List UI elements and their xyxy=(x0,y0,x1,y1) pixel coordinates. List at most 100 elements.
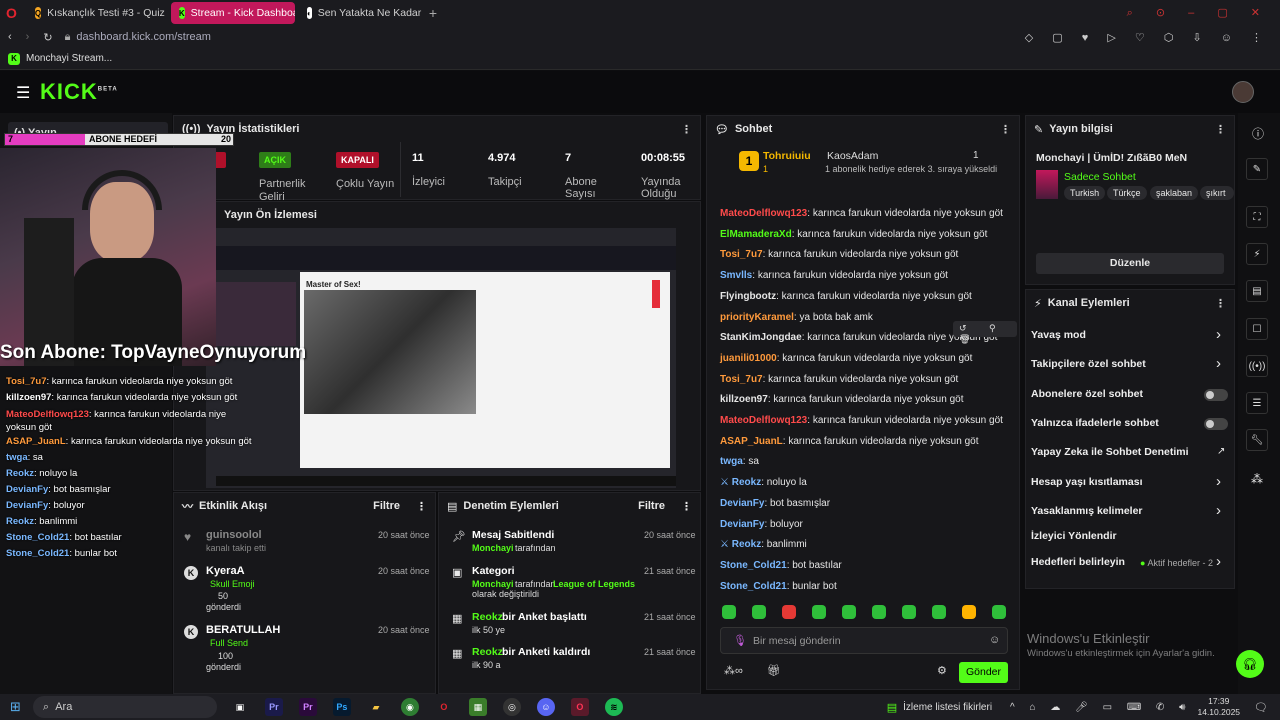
chevron-right-icon[interactable]: › xyxy=(1216,326,1221,343)
chat-username[interactable]: Stone_Cold21 xyxy=(720,560,787,571)
kick-logo[interactable]: KICKBETA xyxy=(40,79,118,105)
emote-icon[interactable] xyxy=(842,605,856,619)
hamburger-menu-icon[interactable]: ☰ xyxy=(16,83,30,103)
tab-third[interactable]: ◐Sen Yatakta Ne Kadar İyis xyxy=(299,2,425,24)
channel-action-8[interactable]: Hedefleri belirleyin xyxy=(1031,556,1125,568)
chat-username[interactable]: MateoDelflowq123 xyxy=(720,208,807,219)
chat-username[interactable]: MateoDelflowq123 xyxy=(720,415,807,426)
chat-message[interactable]: Stone_Cold21: bunlar bot xyxy=(720,581,837,592)
external-link-icon[interactable]: ↗ xyxy=(1217,446,1225,457)
chat-message[interactable]: MateoDelflowq123: karınca farukun videol… xyxy=(720,415,1003,426)
toggle-switch[interactable] xyxy=(1204,389,1228,401)
window-controls[interactable]: ⌕ ⊙ – ▢ ✕ xyxy=(1127,6,1270,20)
chat-extras-icon[interactable]: ⁂∞ xyxy=(724,664,743,677)
chat-message[interactable]: Tosi_7u7: karınca farukun videolarda niy… xyxy=(720,374,958,385)
spotify-icon[interactable]: ≋ xyxy=(604,698,623,716)
stats-menu-icon[interactable]: ⋮ xyxy=(681,123,692,136)
support-icon[interactable]: 🎧︎ xyxy=(1236,650,1264,678)
chat-message[interactable]: juanili01000: karınca farukun videolarda… xyxy=(720,353,972,364)
discord-icon[interactable]: ☺ xyxy=(536,698,555,716)
emote-icon[interactable] xyxy=(722,605,736,619)
chat-message[interactable]: Tosi_7u7: karınca farukun videolarda niy… xyxy=(720,249,958,260)
forward-icon[interactable]: › xyxy=(26,31,30,43)
chat-username[interactable]: StanKimJongdae xyxy=(720,332,802,343)
gift-icon[interactable]: 🎁︎ xyxy=(767,664,781,677)
document-icon[interactable]: ▤ xyxy=(1246,280,1268,302)
send-button[interactable]: Gönder xyxy=(959,662,1008,683)
activity-filter[interactable]: Filtre xyxy=(373,500,400,512)
opera-logo-icon[interactable]: O xyxy=(6,5,17,21)
chevron-right-icon[interactable]: › xyxy=(1216,553,1221,570)
opera-gx-icon[interactable]: O xyxy=(570,698,589,716)
actions-menu-icon[interactable]: ⋮ xyxy=(1215,297,1226,310)
activity-menu-icon[interactable]: ⋮ xyxy=(416,500,427,513)
watchlist-text[interactable]: İzleme listesi fikirleri xyxy=(903,702,992,713)
channel-action-7[interactable]: İzleyici Yönlendir xyxy=(1031,530,1117,542)
tab-kick-dashboard[interactable]: KStream - Kick Dashboard xyxy=(170,2,295,24)
channel-action-6[interactable]: Yasaklanmış kelimeler xyxy=(1031,505,1143,517)
chat-username[interactable]: Flyingbootz xyxy=(720,291,776,302)
channel-action-5[interactable]: Hesap yaşı kısıtlaması xyxy=(1031,476,1143,488)
channel-action-1[interactable]: Takipçilere özel sohbet xyxy=(1031,358,1146,370)
chat-username[interactable]: twga xyxy=(720,456,743,467)
premiere-icon[interactable]: Pr xyxy=(264,698,283,716)
new-tab-icon[interactable]: + xyxy=(429,5,437,21)
emote-icon[interactable] xyxy=(992,605,1006,619)
channel-action-0[interactable]: Yavaş mod xyxy=(1031,329,1086,341)
queue-icon[interactable]: ☰ xyxy=(1246,392,1268,414)
flash-icon[interactable]: ⚡︎ xyxy=(1246,243,1268,265)
url-field[interactable]: dashboard.kick.com/stream xyxy=(76,31,211,43)
chat-username[interactable]: Reokz xyxy=(732,477,761,488)
chat-message[interactable]: priorityKaramel: ya bota bak amk xyxy=(720,312,873,323)
chat-message[interactable]: Stone_Cold21: bot bastılar xyxy=(720,560,842,571)
chat-username[interactable]: DevianFy xyxy=(720,498,764,509)
more-apps-icon[interactable]: ⁂ xyxy=(1251,472,1263,486)
chat-username[interactable]: ElMamaderaXd xyxy=(720,229,792,240)
chat-menu-icon[interactable]: ⋮ xyxy=(1000,123,1011,136)
minecraft-icon[interactable]: ▦ xyxy=(468,698,487,716)
chat-message[interactable]: DevianFy: bot basmışlar xyxy=(720,498,830,509)
emote-icon[interactable] xyxy=(872,605,886,619)
bookmark-monchayi[interactable]: Monchayi Stream... xyxy=(26,53,112,64)
taskbar-search[interactable]: ⌕ Ara xyxy=(32,696,217,718)
emote-icon[interactable] xyxy=(932,605,946,619)
file-explorer-icon[interactable]: ▰ xyxy=(367,698,385,716)
photoshop-icon[interactable]: Ps xyxy=(332,698,351,716)
edit-pencil-icon[interactable]: ✎ xyxy=(1246,158,1268,180)
edit-button[interactable]: Düzenle xyxy=(1036,253,1224,274)
chat-username[interactable]: Tosi_7u7 xyxy=(720,249,763,260)
moderation-menu-icon[interactable]: ⋮ xyxy=(681,500,692,513)
browser-extension-icons[interactable]: ◇ ▢ ♥ ▷ ♡ ⬡ ⇩ ☺ ⋮ xyxy=(1025,31,1270,44)
chat-message[interactable]: twga: sa xyxy=(720,456,759,467)
screenshot-icon[interactable]: ⛶ xyxy=(1246,206,1268,228)
channel-action-2[interactable]: Abonelere özel sohbet xyxy=(1031,388,1143,400)
emote-icon[interactable] xyxy=(782,605,796,619)
chat-message[interactable]: ElMamaderaXd: karınca farukun videolarda… xyxy=(720,229,987,240)
obs-icon[interactable]: ◎ xyxy=(502,698,521,716)
chevron-right-icon[interactable]: › xyxy=(1216,473,1221,490)
chat-username[interactable]: ASAP_JuanL xyxy=(720,436,783,447)
chevron-right-icon[interactable]: › xyxy=(1216,355,1221,372)
message-hover-actions[interactable]: ↺ ⚲ 🗑︎ xyxy=(953,321,1017,344)
channel-action-3[interactable]: Yalnızca ifadelerle sohbet xyxy=(1031,417,1159,429)
emote-icon[interactable] xyxy=(752,605,766,619)
opera-icon[interactable]: O xyxy=(435,698,453,716)
user-avatar[interactable] xyxy=(1232,81,1254,103)
broadcast-side-icon[interactable]: ((•)) xyxy=(1246,355,1268,377)
chat-bubble-icon[interactable]: ☐ xyxy=(1246,318,1268,340)
chat-username[interactable]: Stone_Cold21 xyxy=(720,581,787,592)
channel-action-4[interactable]: Yapay Zeka ile Sohbet Denetimi xyxy=(1031,446,1189,458)
emote-icon[interactable] xyxy=(812,605,826,619)
clock[interactable]: 17:39 14.10.2025 xyxy=(1197,696,1240,718)
back-icon[interactable]: ‹ xyxy=(8,31,12,43)
chat-username[interactable]: priorityKaramel xyxy=(720,312,794,323)
tray-icons[interactable]: ^ ⌂ ☁ 🎤︎ ▭ ⌨ ✆ 🔊︎ xyxy=(1010,702,1191,713)
emote-icon[interactable] xyxy=(962,605,976,619)
chat-message[interactable]: Flyingbootz: karınca farukun videolarda … xyxy=(720,291,972,302)
chat-username[interactable]: DevianFy xyxy=(720,519,764,530)
tab-quiz[interactable]: Q Kıskançlık Testi #3 - Quiz xyxy=(27,2,167,24)
chat-username[interactable]: killzoen97 xyxy=(720,394,768,405)
chat-message[interactable]: DevianFy: boluyor xyxy=(720,519,803,530)
chrome-icon[interactable]: ◉ xyxy=(400,698,419,716)
chat-message[interactable]: ⚔ Reokz: noluyo la xyxy=(720,477,807,488)
